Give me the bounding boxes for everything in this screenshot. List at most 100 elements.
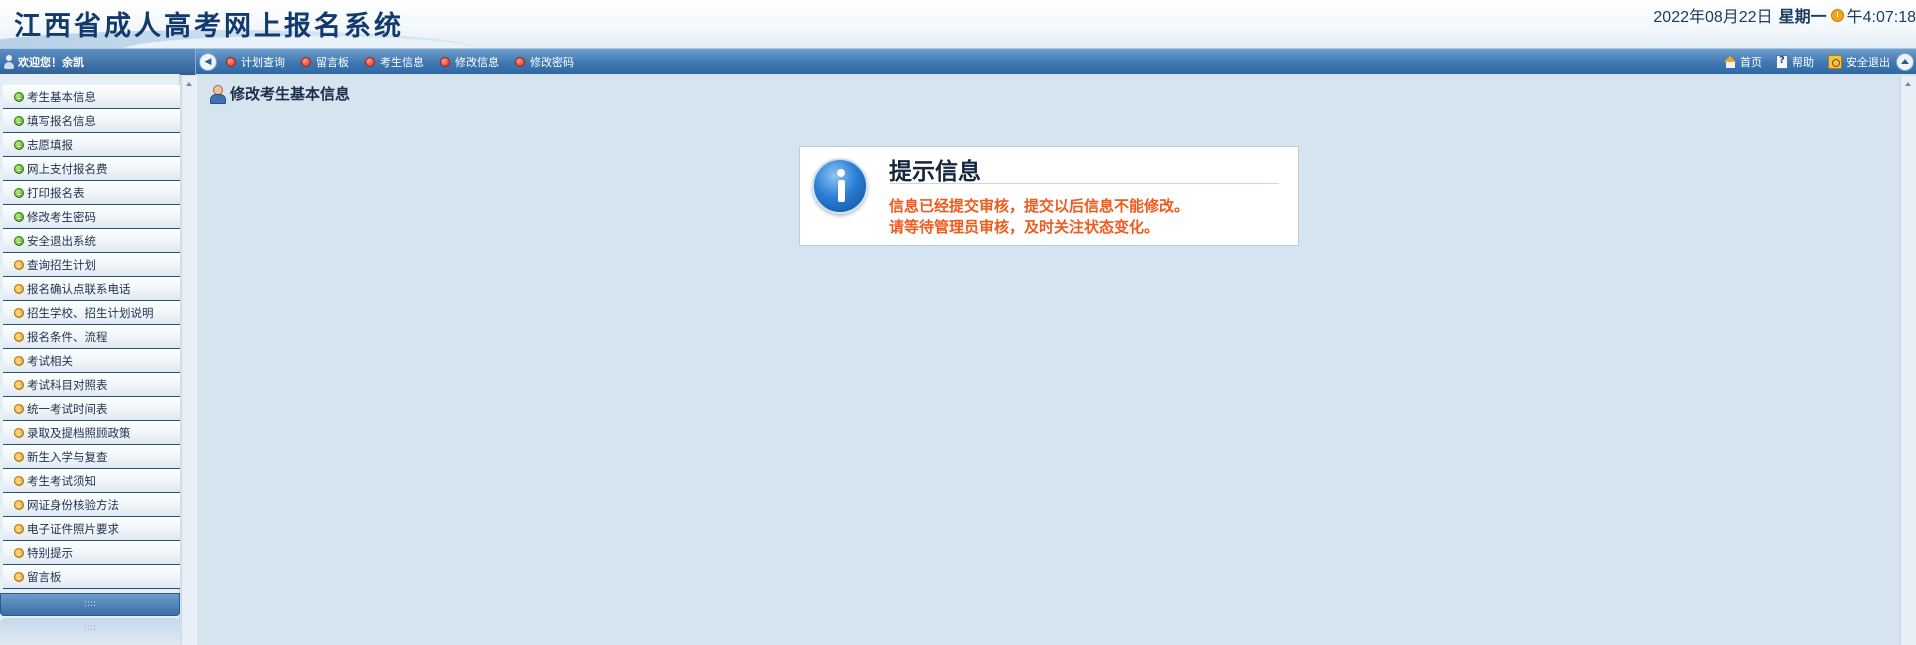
sidebar-item-label: 查询招生计划 xyxy=(27,257,96,272)
sidebar-item-label: 新生入学与复查 xyxy=(27,449,108,464)
sidebar-item-label: 网上支付报名费 xyxy=(27,161,108,176)
date-text: 2022年08月22日 xyxy=(1653,9,1773,26)
top-nav-right: 首页 帮助 安全退出 xyxy=(1710,49,1916,75)
sidebar-item-label: 招生学校、招生计划说明 xyxy=(27,305,154,320)
red-dot-icon xyxy=(365,57,375,67)
sidebar-item[interactable]: 志愿填报 xyxy=(3,133,180,157)
logout-icon xyxy=(1828,55,1842,69)
sidebar-item[interactable]: 考生考试须知 xyxy=(3,469,180,493)
sidebar-item[interactable]: 填写报名信息 xyxy=(3,109,180,133)
sidebar-item-label: 电子证件照片要求 xyxy=(27,521,119,536)
orange-dot-icon xyxy=(14,499,24,510)
weekday-text: 星期一 xyxy=(1778,9,1827,26)
sidebar-item-label: 考试科目对照表 xyxy=(27,377,108,392)
sidebar-menu: 考生基本信息填写报名信息志愿填报网上支付报名费 打印报名表修改考生密码 安全退出系统… xyxy=(3,85,180,589)
nav-label: 修改密码 xyxy=(530,56,574,69)
sidebar-item[interactable]: 修改考生密码 xyxy=(3,205,180,229)
header-datetime: 2022年08月22日 星期一 午4:07:18 xyxy=(1653,3,1916,27)
collapse-header-button[interactable] xyxy=(1896,53,1914,71)
sidebar-scrollbar[interactable] xyxy=(181,76,197,645)
sidebar-item[interactable]: 新生入学与复查 xyxy=(3,445,180,469)
time-text: 午4:07:18 xyxy=(1846,9,1916,26)
nav-candidate-info[interactable]: 考生信息 xyxy=(365,54,424,70)
sidebar-item[interactable]: 考试相关 xyxy=(3,349,180,373)
orange-dot-icon xyxy=(14,427,24,438)
green-dot-icon xyxy=(14,115,24,126)
sidebar-item[interactable]: 查询招生计划 xyxy=(3,253,180,277)
sidebar-item-label: 留言板 xyxy=(27,569,62,584)
scroll-up-arrow-icon[interactable] xyxy=(1905,82,1911,86)
orange-dot-icon xyxy=(14,379,24,390)
sidebar-item[interactable]: 特别提示 xyxy=(3,541,180,565)
sidebar-item[interactable]: 录取及提档照顾政策 xyxy=(3,421,180,445)
help-icon xyxy=(1776,55,1788,69)
sidebar-item[interactable]: 网证身份核验方法 xyxy=(3,493,180,517)
sidebar-item[interactable]: 招生学校、招生计划说明 xyxy=(3,301,180,325)
orange-dot-icon xyxy=(14,451,24,462)
green-dot-icon xyxy=(14,187,24,198)
red-dot-icon xyxy=(440,57,450,67)
info-icon-dot xyxy=(837,169,845,177)
red-dot-icon xyxy=(301,57,311,67)
sidebar-item-label: 报名条件、流程 xyxy=(27,329,108,344)
nav-change-password[interactable]: 修改密码 xyxy=(515,54,574,70)
page-title-text: 修改考生基本信息 xyxy=(230,85,351,103)
help-link[interactable]: 帮助 xyxy=(1776,54,1814,70)
user-icon xyxy=(4,55,14,69)
site-title: 江西省成人高考网上报名系统 xyxy=(14,11,404,42)
nav-message-board[interactable]: 留言板 xyxy=(301,54,349,70)
sidebar-item-label: 录取及提档照顾政策 xyxy=(27,425,131,440)
info-message-line-1: 信息已经提交审核，提交以后信息不能修改。 xyxy=(889,197,1190,215)
green-dot-icon xyxy=(14,91,24,102)
nav-edit-info[interactable]: 修改信息 xyxy=(440,54,499,70)
sidebar-footer-handle[interactable]: :::: xyxy=(0,593,180,616)
sidebar-item-label: 志愿填报 xyxy=(27,137,73,152)
sidebar-item[interactable]: 考试科目对照表 xyxy=(3,373,180,397)
sidebar-item-label: 打印报名表 xyxy=(27,185,85,200)
orange-dot-icon xyxy=(14,331,24,342)
red-dot-icon xyxy=(515,57,525,67)
red-dot-icon xyxy=(226,57,236,67)
sidebar-item[interactable]: 电子证件照片要求 xyxy=(3,517,180,541)
top-navigation-bar: 欢迎您！余凯 ◀ 计划查询 留言板 考生信息 修改信息 修改密码 首页 ? 帮助… xyxy=(0,48,1916,75)
sidebar-item[interactable]: 打印报名表 xyxy=(3,181,180,205)
orange-dot-icon xyxy=(14,283,24,294)
home-link[interactable]: 首页 xyxy=(1724,54,1762,70)
main-scrollbar[interactable] xyxy=(1900,76,1916,645)
sidebar-item-label: 考生基本信息 xyxy=(27,89,96,104)
top-nav-links: 计划查询 留言板 考生信息 修改信息 修改密码 xyxy=(226,49,590,75)
orange-dot-icon xyxy=(14,403,24,414)
page-title: 修改考生基本信息 xyxy=(209,83,350,104)
collapse-sidebar-button[interactable]: ◀ xyxy=(199,53,217,71)
person-icon xyxy=(209,85,226,104)
sidebar-item[interactable]: 考生基本信息 xyxy=(3,85,180,109)
orange-dot-icon xyxy=(14,475,24,486)
sidebar-item-label: 统一考试时间表 xyxy=(27,401,108,416)
sidebar-item-label: 网证身份核验方法 xyxy=(27,497,119,512)
green-dot-icon xyxy=(14,163,24,174)
sidebar-item[interactable]: 安全退出系统 xyxy=(3,229,180,253)
green-dot-icon xyxy=(14,235,24,246)
sidebar-item[interactable]: 留言板 xyxy=(3,565,180,589)
orange-dot-icon xyxy=(14,571,24,582)
sidebar: 考生基本信息填写报名信息志愿填报网上支付报名费 打印报名表修改考生密码 安全退出系统… xyxy=(0,74,180,645)
info-message-box: 提示信息 信息已经提交审核，提交以后信息不能修改。 请等待管理员审核，及时关注状… xyxy=(799,146,1299,246)
sidebar-item[interactable]: 网上支付报名费 xyxy=(3,157,180,181)
sidebar-item[interactable]: 报名条件、流程 xyxy=(3,325,180,349)
clock-icon xyxy=(1830,8,1844,22)
home-icon xyxy=(1724,56,1737,68)
info-icon-bar xyxy=(837,180,845,202)
info-icon xyxy=(812,158,868,214)
logout-label: 安全退出 xyxy=(1846,56,1890,69)
sidebar-item[interactable]: 统一考试时间表 xyxy=(3,397,180,421)
sidebar-item[interactable]: 报名确认点联系电话 xyxy=(3,277,180,301)
logout-link[interactable]: 安全退出 xyxy=(1828,54,1890,70)
main-content: 修改考生基本信息 提示信息 信息已经提交审核，提交以后信息不能修改。 请等待管理… xyxy=(198,74,1916,645)
green-dot-icon xyxy=(14,139,24,150)
nav-plan-query[interactable]: 计划查询 xyxy=(226,54,285,70)
nav-label: 修改信息 xyxy=(455,56,499,69)
welcome-text: 欢迎您！余凯 xyxy=(18,56,84,69)
sidebar-item-label: 考试相关 xyxy=(27,353,73,368)
header: 江西省成人高考网上报名系统 2022年08月22日 星期一 午4:07:18 xyxy=(0,0,1916,48)
scroll-up-arrow-icon[interactable] xyxy=(186,82,192,86)
